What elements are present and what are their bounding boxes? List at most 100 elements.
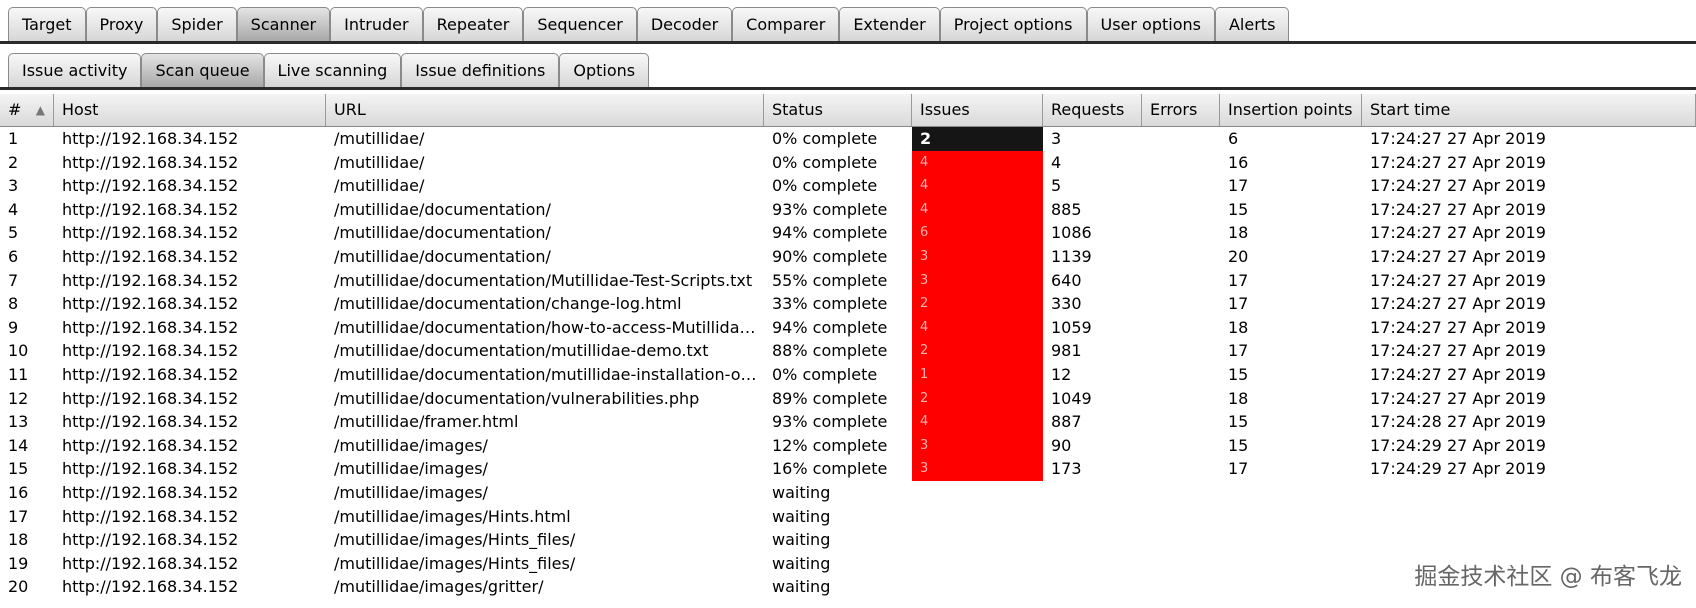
col-host-header[interactable]: Host xyxy=(54,94,326,126)
issues-cell: 4 xyxy=(912,197,1043,222)
tab-comparer[interactable]: Comparer xyxy=(732,7,840,41)
insertion-points-cell: 15 xyxy=(1228,412,1249,432)
host-cell: http://192.168.34.152 xyxy=(62,364,239,384)
tab-decoder[interactable]: Decoder xyxy=(636,7,733,41)
requests-cell: 640 xyxy=(1051,270,1082,290)
scan-queue-table: # ▲ Host URL Status Issues Requests Errors Inser… xyxy=(0,94,1696,599)
insertion-points-cell xyxy=(1220,552,1362,576)
col-insertion-points-header[interactable]: Insertion points xyxy=(1220,94,1362,126)
url-cell: /mutillidae/documentation/Mutillidae-Tes… xyxy=(334,270,753,290)
table-row[interactable]: 2 http://192.168.34.152/mutillidae/0% com… xyxy=(0,150,1696,175)
start-time-cell: 17:24:27 27 Apr 2019 xyxy=(1370,341,1546,361)
url-cell: /mutillidae/documentation/mutillidae-dem… xyxy=(334,341,709,361)
tab-target[interactable]: Target xyxy=(8,7,86,41)
requests-cell: 1139 xyxy=(1051,246,1092,266)
table-row[interactable]: 4 http://192.168.34.152/mutillidae/docume… xyxy=(0,197,1696,222)
status-cell: 93% complete xyxy=(772,412,888,432)
issues-cell: 3 xyxy=(912,244,1043,269)
table-row[interactable]: 18 http://192.168.34.152/mutillidae/image… xyxy=(0,528,1696,552)
insertion-points-cell: 15 xyxy=(1228,435,1249,455)
col-requests-header[interactable]: Requests xyxy=(1043,94,1142,126)
col-url-header[interactable]: URL xyxy=(326,94,764,126)
host-cell: http://192.168.34.152 xyxy=(62,317,239,337)
table-row[interactable]: 7 http://192.168.34.152/mutillidae/docume… xyxy=(0,268,1696,293)
col-number-header[interactable]: # ▲ xyxy=(0,94,54,126)
issues-cell xyxy=(912,481,1043,505)
tab-project-options[interactable]: Project options xyxy=(939,7,1087,41)
col-issues-header[interactable]: Issues xyxy=(912,94,1043,126)
tab-sequencer[interactable]: Sequencer xyxy=(523,7,637,41)
errors-cell xyxy=(1142,387,1220,411)
table-row[interactable]: 11 http://192.168.34.152/mutillidae/docum… xyxy=(0,362,1696,387)
requests-cell: 5 xyxy=(1051,176,1062,196)
url-cell: /mutillidae/documentation/mutillidae-ins… xyxy=(334,364,764,384)
table-row[interactable]: 10 http://192.168.34.152/mutillidae/docum… xyxy=(0,339,1696,363)
col-status-header[interactable]: Status xyxy=(764,94,912,126)
tab-spider[interactable]: Spider xyxy=(157,7,237,41)
errors-cell xyxy=(1142,245,1220,269)
issues-cell: 6 xyxy=(912,221,1043,245)
scanner-sub-tab-bar: Issue activity Scan queue Live scanning Iss… xyxy=(0,46,1696,90)
errors-cell xyxy=(1142,339,1220,363)
issues-cell: 2 xyxy=(912,386,1043,411)
tab-user-options[interactable]: User options xyxy=(1086,7,1215,41)
number-cell: 13 xyxy=(8,412,29,432)
insertion-points-cell: 18 xyxy=(1228,317,1249,337)
tab-alerts[interactable]: Alerts xyxy=(1214,7,1290,41)
issues-cell: 4 xyxy=(912,174,1043,198)
subtab-issue-activity[interactable]: Issue activity xyxy=(8,53,142,87)
tab-extender[interactable]: Extender xyxy=(839,7,940,41)
subtab-issue-definitions[interactable]: Issue definitions xyxy=(401,53,560,87)
requests-cell: 1086 xyxy=(1051,223,1092,243)
errors-cell xyxy=(1142,575,1220,599)
host-cell: http://192.168.34.152 xyxy=(62,388,239,408)
insertion-points-cell xyxy=(1220,528,1362,552)
subtab-live-scanning[interactable]: Live scanning xyxy=(263,53,402,87)
table-row[interactable]: 17 http://192.168.34.152/mutillidae/image… xyxy=(0,505,1696,529)
status-cell: waiting xyxy=(772,553,831,573)
status-cell: 94% complete xyxy=(772,223,888,243)
requests-cell: 90 xyxy=(1051,435,1072,455)
start-time-cell: 17:24:29 27 Apr 2019 xyxy=(1370,459,1546,479)
host-cell: http://192.168.34.152 xyxy=(62,176,239,196)
start-time-cell: 17:24:27 27 Apr 2019 xyxy=(1370,176,1546,196)
column-header-label: Errors xyxy=(1150,100,1198,119)
host-cell: http://192.168.34.152 xyxy=(62,199,239,219)
host-cell: http://192.168.34.152 xyxy=(62,341,239,361)
table-row[interactable]: 6 http://192.168.34.152/mutillidae/docume… xyxy=(0,244,1696,269)
col-errors-header[interactable]: Errors xyxy=(1142,94,1220,126)
table-row[interactable]: 5 http://192.168.34.152/mutillidae/docume… xyxy=(0,221,1696,245)
subtab-options[interactable]: Options xyxy=(559,53,650,87)
tab-repeater[interactable]: Repeater xyxy=(422,7,524,41)
table-row[interactable]: 9 http://192.168.34.152/mutillidae/docume… xyxy=(0,315,1696,340)
table-row[interactable]: 13 http://192.168.34.152/mutillidae/frame… xyxy=(0,410,1696,434)
start-time-cell: 17:24:27 27 Apr 2019 xyxy=(1370,270,1546,290)
tab-scanner[interactable]: Scanner xyxy=(236,7,331,41)
tab-intruder[interactable]: Intruder xyxy=(330,7,423,41)
subtab-scan-queue[interactable]: Scan queue xyxy=(141,53,264,87)
status-cell: 94% complete xyxy=(772,317,888,337)
url-cell: /mutillidae/documentation/ xyxy=(334,246,551,266)
host-cell: http://192.168.34.152 xyxy=(62,553,239,573)
insertion-points-cell: 15 xyxy=(1228,364,1249,384)
tab-proxy[interactable]: Proxy xyxy=(85,7,158,41)
table-row[interactable]: 15 http://192.168.34.152/mutillidae/image… xyxy=(0,457,1696,481)
host-cell: http://192.168.34.152 xyxy=(62,246,239,266)
col-start-time-header[interactable]: Start time xyxy=(1362,94,1696,126)
host-cell: http://192.168.34.152 xyxy=(62,152,239,172)
table-row[interactable]: 16 http://192.168.34.152/mutillidae/image… xyxy=(0,481,1696,505)
insertion-points-cell: 6 xyxy=(1228,129,1239,148)
issues-cell: 2 xyxy=(912,339,1043,363)
number-cell: 15 xyxy=(8,459,29,479)
table-row[interactable]: 1 http://192.168.34.152/mutillidae/0% com… xyxy=(0,127,1696,151)
table-row[interactable]: 8 http://192.168.34.152/mutillidae/docume… xyxy=(0,292,1696,316)
requests-cell: 330 xyxy=(1051,294,1082,314)
host-cell: http://192.168.34.152 xyxy=(62,530,239,550)
table-row[interactable]: 12 http://192.168.34.152/mutillidae/docum… xyxy=(0,386,1696,411)
start-time-cell: 17:24:27 27 Apr 2019 xyxy=(1370,388,1546,408)
table-row[interactable]: 14 http://192.168.34.152/mutillidae/image… xyxy=(0,433,1696,458)
requests-cell xyxy=(1043,552,1142,576)
issues-cell: 4 xyxy=(912,150,1043,175)
table-row[interactable]: 3 http://192.168.34.152/mutillidae/0% com… xyxy=(0,174,1696,198)
insertion-points-cell: 16 xyxy=(1228,152,1249,172)
